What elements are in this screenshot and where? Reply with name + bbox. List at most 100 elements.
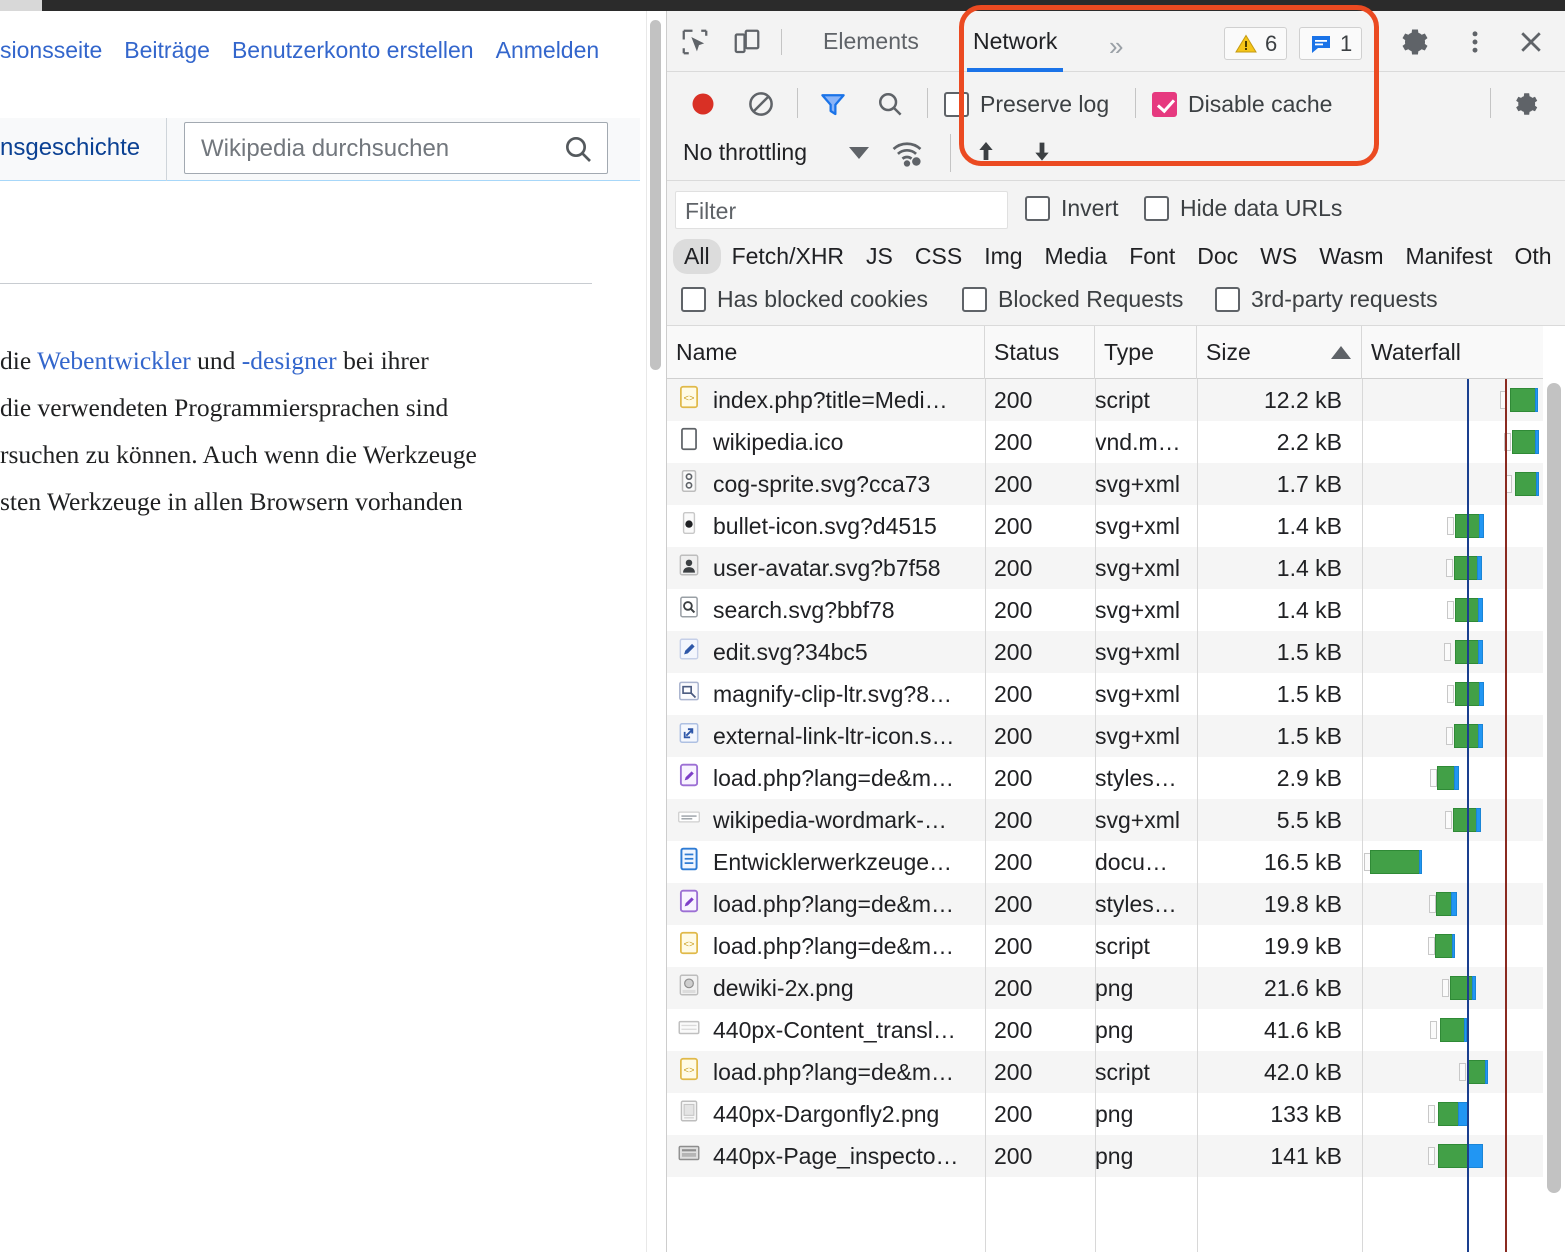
chip-media[interactable]: Media [1034, 239, 1119, 274]
table-row[interactable]: Entwicklerwerkzeuge… 200 docu… 16.5 kB [667, 841, 1565, 883]
table-row[interactable]: dewiki-2x.png 200 png 21.6 kB [667, 967, 1565, 1009]
waterfall-cell [1362, 379, 1543, 421]
funnel-filter-icon[interactable] [815, 86, 851, 122]
inspect-element-icon[interactable] [677, 25, 713, 59]
cell-name: <> load.php?lang=de&m… [676, 925, 976, 967]
svg-text:<>: <> [683, 939, 694, 950]
link-designer[interactable]: -designer [242, 346, 337, 375]
upload-arrow-icon[interactable] [967, 134, 1005, 174]
column-header-type[interactable]: Type [1095, 326, 1197, 379]
clear-prohibited-icon[interactable] [743, 86, 779, 122]
disable-cache-checkbox[interactable]: Disable cache [1152, 91, 1332, 118]
wifi-settings-icon[interactable] [887, 133, 927, 173]
download-arrow-icon[interactable] [1023, 134, 1061, 174]
link-webentwickler[interactable]: Webentwickler [37, 346, 191, 375]
blocked-requests-checkbox[interactable]: Blocked Requests [962, 286, 1183, 313]
chip-ws[interactable]: WS [1249, 239, 1308, 274]
chip-fetch-xhr[interactable]: Fetch/XHR [721, 239, 855, 274]
nav-link-login[interactable]: Anmelden [496, 37, 600, 63]
chip-all[interactable]: All [673, 239, 721, 274]
table-row[interactable]: load.php?lang=de&m… 200 styles… 19.8 kB [667, 883, 1565, 925]
preserve-log-box[interactable] [944, 92, 969, 117]
table-row[interactable]: <> load.php?lang=de&m… 200 script 42.0 kB [667, 1051, 1565, 1093]
table-row[interactable]: edit.svg?34bc5 200 svg+xml 1.5 kB [667, 631, 1565, 673]
network-settings-gear-icon[interactable] [1508, 86, 1544, 122]
record-circle-icon[interactable] [685, 86, 721, 122]
close-icon[interactable] [1513, 25, 1549, 59]
table-row[interactable]: cog-sprite.svg?cca73 200 svg+xml 1.7 kB [667, 463, 1565, 505]
chip-wasm[interactable]: Wasm [1308, 239, 1394, 274]
waterfall-bar [1435, 934, 1455, 958]
table-row[interactable]: wikipedia-wordmark-… 200 svg+xml 5.5 kB [667, 799, 1565, 841]
chip-manifest[interactable]: Manifest [1395, 239, 1504, 274]
column-header-size[interactable]: Size [1197, 326, 1362, 379]
chip-img[interactable]: Img [973, 239, 1033, 274]
invert-checkbox[interactable]: Invert [1025, 195, 1119, 222]
table-row[interactable]: 440px-Dargonfly2.png 200 png 133 kB [667, 1093, 1565, 1135]
hide-data-urls-checkbox[interactable]: Hide data URLs [1144, 195, 1342, 222]
messages-badge[interactable]: 1 [1299, 27, 1363, 60]
nav-link-discussion[interactable]: sionsseite [0, 37, 102, 63]
request-status: 200 [994, 470, 1033, 497]
column-header-waterfall[interactable]: Waterfall [1362, 326, 1543, 379]
request-status: 200 [994, 680, 1033, 707]
table-row[interactable]: load.php?lang=de&m… 200 styles… 2.9 kB [667, 757, 1565, 799]
table-row[interactable]: 440px-Page_inspecto… 200 png 141 kB [667, 1135, 1565, 1177]
column-header-name[interactable]: Name [667, 326, 985, 379]
tab-network[interactable]: Network [959, 11, 1071, 72]
invert-box[interactable] [1025, 196, 1050, 221]
chip-css[interactable]: CSS [904, 239, 973, 274]
wikipedia-search-input[interactable]: Wikipedia durchsuchen [184, 122, 608, 174]
request-type: svg+xml [1095, 806, 1180, 833]
warnings-badge[interactable]: 6 [1224, 27, 1288, 60]
more-vertical-icon[interactable] [1457, 25, 1493, 59]
gear-icon[interactable] [1397, 25, 1433, 59]
request-size: 133 kB [1270, 1100, 1342, 1127]
chip-other[interactable]: Oth [1503, 239, 1562, 274]
filter-input[interactable]: Filter [675, 191, 1008, 229]
column-header-status[interactable]: Status [985, 326, 1095, 379]
disable-cache-box[interactable] [1152, 92, 1177, 117]
table-row[interactable]: magnify-clip-ltr.svg?8… 200 svg+xml 1.5 kB [667, 673, 1565, 715]
cell-status: 200 [994, 799, 1089, 841]
table-row[interactable]: bullet-icon.svg?d4515 200 svg+xml 1.4 kB [667, 505, 1565, 547]
chip-font[interactable]: Font [1118, 239, 1186, 274]
table-scrollbar-thumb[interactable] [1547, 383, 1561, 1193]
nav-link-contributions[interactable]: Beiträge [124, 37, 210, 63]
search-icon[interactable] [872, 86, 908, 122]
request-status: 200 [994, 596, 1033, 623]
devtools-tab-bar: Elements Network » 6 1 [667, 11, 1565, 72]
request-size: 12.2 kB [1264, 386, 1342, 413]
third-party-requests-checkbox[interactable]: 3rd-party requests [1215, 286, 1438, 313]
device-toolbar-icon[interactable] [729, 25, 765, 59]
table-row[interactable]: wikipedia.ico 200 vnd.m… 2.2 kB [667, 421, 1565, 463]
pencil-edit-icon [676, 636, 702, 668]
tab-versionsgeschichte[interactable]: nsgeschichte [0, 134, 140, 162]
table-row[interactable]: 440px-Content_transl… 200 png 41.6 kB [667, 1009, 1565, 1051]
third-party-requests-box[interactable] [1215, 287, 1240, 312]
table-row[interactable]: external-link-ltr-icon.s… 200 svg+xml 1.5 k… [667, 715, 1565, 757]
table-row[interactable]: user-avatar.svg?b7f58 200 svg+xml 1.4 kB [667, 547, 1565, 589]
chevron-double-right-icon[interactable]: » [1109, 31, 1123, 62]
chip-js[interactable]: JS [855, 239, 904, 274]
throttling-selector[interactable]: No throttling [683, 139, 807, 166]
hide-data-urls-box[interactable] [1144, 196, 1169, 221]
request-size: 1.4 kB [1276, 554, 1342, 581]
nav-link-create-account[interactable]: Benutzerkonto erstellen [232, 37, 474, 63]
has-blocked-cookies-checkbox[interactable]: Has blocked cookies [681, 286, 928, 313]
tab-elements[interactable]: Elements [809, 11, 933, 72]
preserve-log-checkbox[interactable]: Preserve log [944, 91, 1109, 118]
table-row[interactable]: search.svg?bbf78 200 svg+xml 1.4 kB [667, 589, 1565, 631]
toolbar-separator-5 [950, 134, 951, 172]
page-scrollbar-thumb[interactable] [650, 20, 661, 370]
has-blocked-cookies-box[interactable] [681, 287, 706, 312]
table-row[interactable]: <> index.php?title=Medi… 200 script 12.2 kB [667, 379, 1565, 421]
chevron-down-icon[interactable] [849, 147, 869, 159]
blocked-requests-box[interactable] [962, 287, 987, 312]
column-header-waterfall-label: Waterfall [1371, 339, 1461, 365]
chip-doc[interactable]: Doc [1186, 239, 1249, 274]
request-status: 200 [994, 638, 1033, 665]
table-row[interactable]: <> load.php?lang=de&m… 200 script 19.9 kB [667, 925, 1565, 967]
cell-size: 133 kB [1197, 1093, 1352, 1135]
waterfall-cell [1362, 589, 1543, 631]
